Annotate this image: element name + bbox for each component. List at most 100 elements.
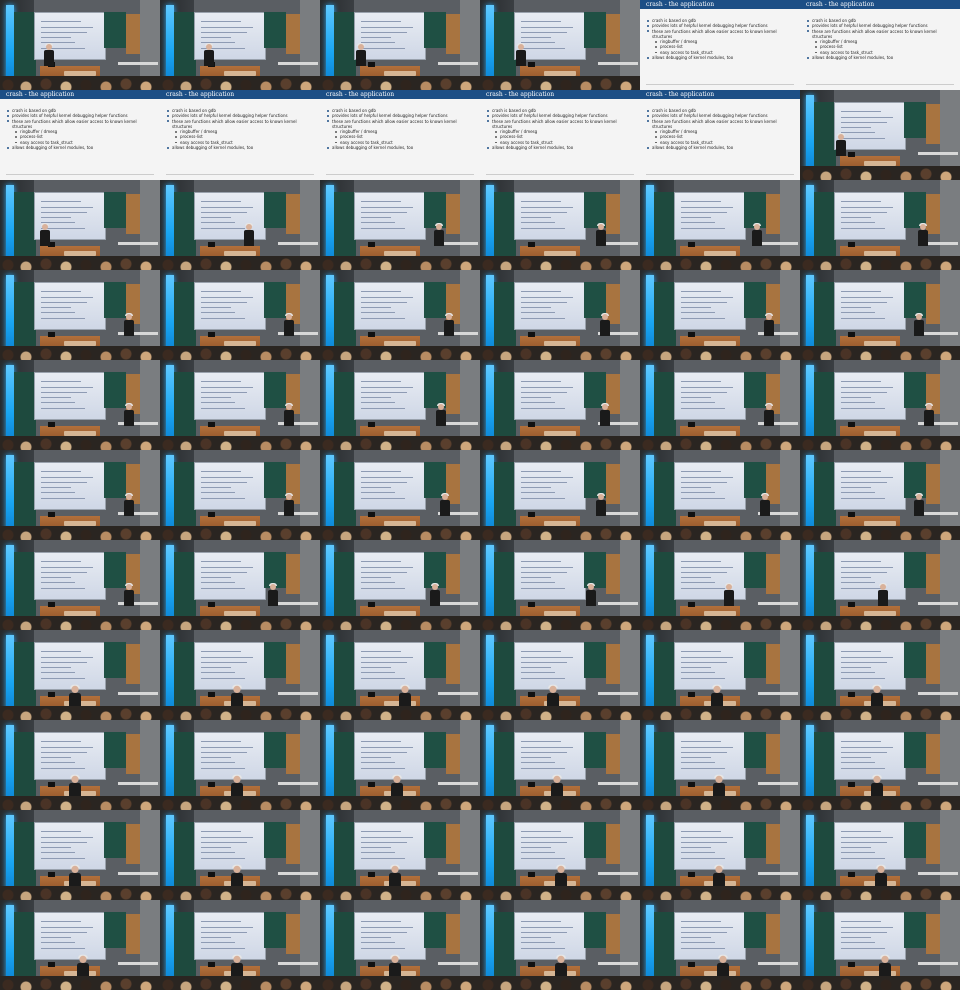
audience-heads	[0, 886, 160, 900]
green-panel	[174, 462, 196, 532]
blue-stage-light	[166, 365, 174, 445]
audience-heads	[480, 706, 640, 720]
speaker-figure	[596, 223, 606, 246]
laptop	[48, 512, 55, 517]
chalkboard	[264, 642, 286, 678]
blue-stage-light	[646, 545, 654, 625]
audience-heads	[320, 796, 480, 810]
green-panel	[334, 552, 356, 622]
slide-title: crash - the application	[480, 90, 640, 99]
blue-stage-light	[6, 275, 14, 355]
wood-panel	[446, 14, 460, 54]
slide-bullet: allows debugging of kernel modules, too	[486, 145, 636, 150]
laptop	[368, 602, 375, 607]
laptop	[48, 782, 55, 787]
laptop	[368, 692, 375, 697]
speaker-figure	[124, 493, 134, 516]
wood-panel	[926, 914, 940, 954]
green-panel	[814, 912, 836, 982]
chalkboard	[744, 552, 766, 588]
laptop	[208, 602, 215, 607]
stage-photo-frame	[640, 270, 800, 360]
side-table	[758, 692, 798, 695]
audience-heads	[160, 76, 320, 90]
stage-photo-frame	[160, 180, 320, 270]
side-table	[278, 602, 318, 605]
side-table	[278, 692, 318, 695]
audience-heads	[480, 796, 640, 810]
audience-heads	[320, 616, 480, 630]
projection-screen	[674, 732, 746, 780]
blue-stage-light	[646, 815, 654, 895]
projection-screen	[834, 642, 906, 690]
audience-heads	[480, 976, 640, 990]
chalkboard	[424, 912, 446, 948]
laptop	[208, 872, 215, 877]
audience-heads	[480, 256, 640, 270]
blue-stage-light	[806, 275, 814, 355]
stage-photo-frame	[0, 540, 160, 630]
audience-heads	[800, 616, 960, 630]
stage-photo-frame	[0, 630, 160, 720]
speaker-figure	[596, 493, 606, 516]
audience-heads	[0, 616, 160, 630]
side-table	[598, 872, 638, 875]
green-panel	[494, 282, 516, 352]
laptop	[688, 602, 695, 607]
laptop	[528, 602, 535, 607]
green-panel	[494, 552, 516, 622]
projection-screen	[674, 372, 746, 420]
green-panel	[494, 462, 516, 532]
audience-heads	[480, 616, 640, 630]
stage-photo-frame	[320, 900, 480, 990]
blue-stage-light	[166, 635, 174, 715]
wood-panel	[606, 734, 620, 774]
stage-photo-frame	[320, 0, 480, 90]
projection-screen	[34, 912, 106, 960]
speaker-figure	[284, 403, 294, 426]
side-table	[278, 782, 318, 785]
projection-screen	[834, 282, 906, 330]
projection-screen	[194, 822, 266, 870]
stage-photo-frame	[160, 540, 320, 630]
blue-stage-light	[646, 635, 654, 715]
stage-photo-frame	[480, 360, 640, 450]
audience-heads	[800, 706, 960, 720]
green-panel	[14, 282, 36, 352]
laptop	[208, 332, 215, 337]
chalkboard	[744, 912, 766, 948]
projection-screen	[514, 462, 586, 510]
green-panel	[654, 552, 676, 622]
side-table	[118, 782, 158, 785]
green-panel	[334, 372, 356, 442]
laptop	[688, 692, 695, 697]
wood-panel	[446, 644, 460, 684]
green-panel	[814, 642, 836, 712]
slide-frame: crash - the application crash is based o…	[320, 90, 480, 180]
slide-bullet: allows debugging of kernel modules, too	[806, 55, 956, 60]
projection-screen	[354, 642, 426, 690]
green-panel	[174, 732, 196, 802]
wood-panel	[286, 734, 300, 774]
speaker-figure	[878, 583, 888, 606]
side-table	[278, 872, 318, 875]
slide-bullet: these are functions which allow easier a…	[486, 119, 636, 130]
stage-photo-frame	[800, 360, 960, 450]
stage-photo-frame	[640, 900, 800, 990]
slide-bullet: allows debugging of kernel modules, too	[326, 145, 476, 150]
laptop	[208, 962, 215, 967]
chalkboard	[424, 732, 446, 768]
stage-photo-frame	[0, 270, 160, 360]
audience-heads	[320, 526, 480, 540]
projection-screen	[194, 192, 266, 240]
stage-photo-frame	[480, 540, 640, 630]
side-table	[918, 602, 958, 605]
wood-panel	[926, 464, 940, 504]
wood-panel	[766, 194, 780, 234]
stage-photo-frame	[640, 630, 800, 720]
stage-photo-frame	[640, 810, 800, 900]
audience-heads	[0, 796, 160, 810]
stage-photo-frame	[320, 270, 480, 360]
laptop	[368, 782, 375, 787]
laptop	[848, 872, 855, 877]
